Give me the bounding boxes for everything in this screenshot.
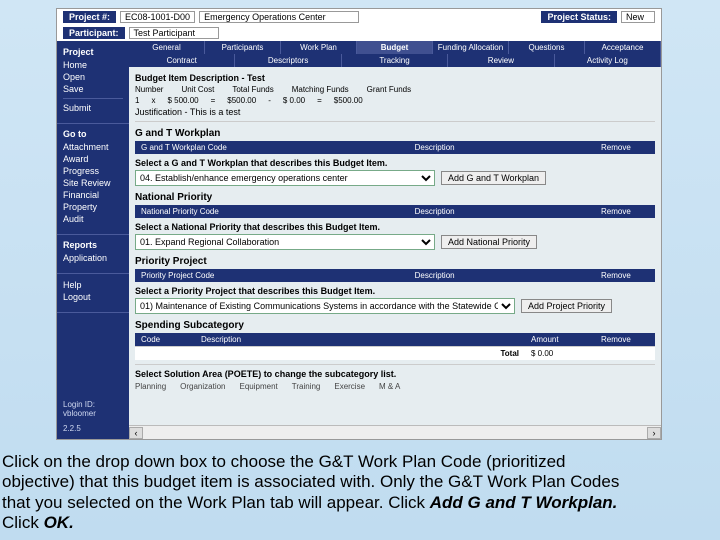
project-num-label: Project #: xyxy=(63,11,116,23)
tab-descriptors[interactable]: Descriptors xyxy=(235,54,341,67)
side-award[interactable]: Award xyxy=(63,153,123,165)
participant-label: Participant: xyxy=(63,27,125,39)
gt-workplan-select[interactable]: 04. Establish/enhance emergency operatio… xyxy=(135,170,435,186)
np-select-label: Select a National Priority that describe… xyxy=(135,222,655,232)
funds-header: Number Unit Cost Total Funds Matching Fu… xyxy=(135,85,655,94)
sol-label: Select Solution Area (POETE) to change t… xyxy=(135,369,655,379)
tab-budget[interactable]: Budget xyxy=(357,41,433,54)
side-logout[interactable]: Logout xyxy=(63,291,123,303)
side-save[interactable]: Save xyxy=(63,83,123,95)
project-num: EC08-1001-D00 xyxy=(120,11,195,23)
side-submit[interactable]: Submit xyxy=(63,102,123,114)
instruction-text: Click on the drop down box to choose the… xyxy=(2,452,718,534)
subcat-total: Total $ 0.00 xyxy=(135,346,655,360)
tabs-secondary: Contract Descriptors Tracking Review Act… xyxy=(129,54,661,67)
project-status: New xyxy=(621,11,655,23)
side-help[interactable]: Help xyxy=(63,279,123,291)
content: Budget Item Description - Test Number Un… xyxy=(129,67,661,425)
sol-row: Planning Organization Equipment Training… xyxy=(135,381,655,392)
add-gt-workplan-button[interactable]: Add G and T Workplan xyxy=(441,171,546,185)
login-id-label: Login ID: xyxy=(63,400,123,409)
funds-row: 1x $ 500.00= $500.00- $ 0.00= $500.00 xyxy=(135,96,655,105)
side-home[interactable]: Home xyxy=(63,59,123,71)
side-property[interactable]: Property xyxy=(63,201,123,213)
gt-header-bar: G and T Workplan Code Description Remove xyxy=(135,141,655,154)
gt-select-label: Select a G and T Workplan that describes… xyxy=(135,158,655,168)
side-head-goto: Go to xyxy=(63,129,123,139)
budget-item-desc: Budget Item Description - Test xyxy=(135,73,655,83)
header-row-2: Participant: Test Participant xyxy=(57,25,661,41)
np-header-bar: National Priority Code Description Remov… xyxy=(135,205,655,218)
side-head-project: Project xyxy=(63,47,123,57)
side-application[interactable]: Application xyxy=(63,252,123,264)
tab-tracking[interactable]: Tracking xyxy=(342,54,448,67)
side-attachment[interactable]: Attachment xyxy=(63,141,123,153)
side-progress[interactable]: Progress xyxy=(63,165,123,177)
project-status-label: Project Status: xyxy=(541,11,617,23)
app-window: Project #: EC08-1001-D00 Emergency Opera… xyxy=(56,8,662,440)
justification: Justification - This is a test xyxy=(135,107,655,117)
sidebar: Project Home Open Save Submit Go to Atta… xyxy=(57,41,129,439)
add-project-priority-button[interactable]: Add Project Priority xyxy=(521,299,612,313)
side-financial[interactable]: Financial xyxy=(63,189,123,201)
sub-title: Spending Subcategory xyxy=(135,320,655,331)
horizontal-scrollbar[interactable]: ‹ › xyxy=(129,425,661,439)
tab-contract[interactable]: Contract xyxy=(129,54,235,67)
login-user: vbloomer xyxy=(63,409,123,418)
scroll-left-icon[interactable]: ‹ xyxy=(129,427,143,439)
np-title: National Priority xyxy=(135,192,655,203)
tab-questions[interactable]: Questions xyxy=(509,41,585,54)
tab-general[interactable]: General xyxy=(129,41,205,54)
tab-participants[interactable]: Participants xyxy=(205,41,281,54)
tabs-primary: General Participants Work Plan Budget Fu… xyxy=(129,41,661,54)
side-head-reports: Reports xyxy=(63,240,123,250)
version: 2.2.5 xyxy=(57,422,129,435)
subcat-header: Code Description Amount Remove xyxy=(135,333,655,346)
tab-funding[interactable]: Funding Allocation xyxy=(433,41,509,54)
tab-review[interactable]: Review xyxy=(448,54,554,67)
np-select[interactable]: 01. Expand Regional Collaboration xyxy=(135,234,435,250)
main: General Participants Work Plan Budget Fu… xyxy=(129,41,661,439)
pp-header-bar: Priority Project Code Description Remove xyxy=(135,269,655,282)
gt-title: G and T Workplan xyxy=(135,128,655,139)
tab-acceptance[interactable]: Acceptance xyxy=(585,41,661,54)
side-open[interactable]: Open xyxy=(63,71,123,83)
participant: Test Participant xyxy=(129,27,219,39)
project-name: Emergency Operations Center xyxy=(199,11,359,23)
pp-title: Priority Project xyxy=(135,256,655,267)
side-audit[interactable]: Audit xyxy=(63,213,123,225)
tab-workplan[interactable]: Work Plan xyxy=(281,41,357,54)
pp-select[interactable]: 01) Maintenance of Existing Communicatio… xyxy=(135,298,515,314)
pp-select-label: Select a Priority Project that describes… xyxy=(135,286,655,296)
add-national-priority-button[interactable]: Add National Priority xyxy=(441,235,537,249)
side-sitereview[interactable]: Site Review xyxy=(63,177,123,189)
tab-activitylog[interactable]: Activity Log xyxy=(555,54,661,67)
scroll-right-icon[interactable]: › xyxy=(647,427,661,439)
header-row-1: Project #: EC08-1001-D00 Emergency Opera… xyxy=(57,9,661,25)
